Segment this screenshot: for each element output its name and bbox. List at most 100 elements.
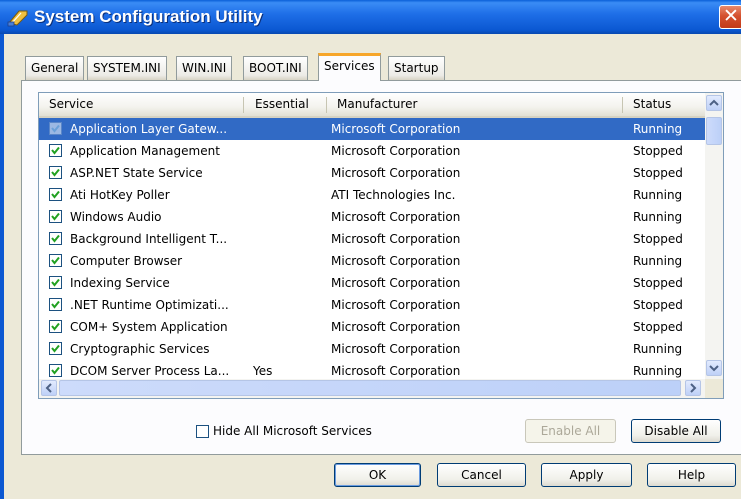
- column-header-service[interactable]: Service: [43, 93, 243, 116]
- service-status: Running: [633, 122, 683, 136]
- horizontal-scrollbar[interactable]: [39, 379, 705, 398]
- close-button[interactable]: ✕: [719, 5, 741, 29]
- checkmark-icon: [51, 124, 60, 133]
- service-name: Application Management: [70, 144, 220, 158]
- cancel-button[interactable]: Cancel: [437, 463, 526, 487]
- column-separator[interactable]: [326, 97, 327, 113]
- service-name: .NET Runtime Optimizati...: [70, 298, 229, 312]
- service-row[interactable]: Indexing Service Microsoft Corporation Sto…: [39, 272, 705, 294]
- scroll-left-button[interactable]: [41, 380, 57, 396]
- checkmark-icon: [51, 366, 60, 375]
- service-enabled-checkbox[interactable]: [49, 276, 62, 289]
- tab-startup[interactable]: Startup: [388, 56, 445, 80]
- apply-button[interactable]: Apply: [541, 463, 632, 487]
- service-status: Stopped: [633, 166, 683, 180]
- horizontal-scroll-thumb[interactable]: [59, 380, 681, 396]
- service-row[interactable]: Windows Audio Microsoft Corporation Runnin…: [39, 206, 705, 228]
- scrollbar-corner: [705, 379, 723, 398]
- service-enabled-checkbox[interactable]: [49, 298, 62, 311]
- scroll-down-button[interactable]: [706, 360, 722, 376]
- scroll-right-button[interactable]: [685, 380, 701, 396]
- ok-button[interactable]: OK: [334, 463, 421, 487]
- tab-general[interactable]: General: [25, 56, 85, 80]
- tab-services[interactable]: Services: [318, 53, 381, 81]
- tab-system-ini[interactable]: SYSTEM.INI: [87, 56, 167, 80]
- column-header-status[interactable]: Status: [627, 93, 705, 116]
- enable-all-button[interactable]: Enable All: [525, 419, 616, 443]
- vertical-scroll-thumb[interactable]: [706, 117, 722, 145]
- service-enabled-checkbox[interactable]: [49, 342, 62, 355]
- service-enabled-checkbox[interactable]: [49, 254, 62, 267]
- list-header: Service Essential Manufacturer Status: [39, 93, 705, 118]
- window-border: [0, 34, 4, 499]
- service-name: Computer Browser: [70, 254, 183, 268]
- help-button[interactable]: Help: [647, 463, 736, 487]
- service-row[interactable]: Cryptographic Services Microsoft Corporat…: [39, 338, 705, 360]
- service-name: Application Layer Gatew...: [70, 122, 228, 136]
- service-manufacturer: Microsoft Corporation: [331, 342, 461, 356]
- service-enabled-checkbox[interactable]: [49, 364, 62, 377]
- checkmark-icon: [51, 278, 60, 287]
- column-header-essential[interactable]: Essential: [249, 93, 329, 116]
- services-list[interactable]: Service Essential Manufacturer Status Ap…: [38, 92, 724, 399]
- service-manufacturer: Microsoft Corporation: [331, 320, 461, 334]
- service-enabled-checkbox[interactable]: [49, 144, 62, 157]
- window-title: System Configuration Utility: [34, 7, 263, 26]
- service-row[interactable]: Application Management Microsoft Corporat…: [39, 140, 705, 162]
- service-name: COM+ System Application: [70, 320, 228, 334]
- service-essential: [253, 184, 323, 206]
- service-row[interactable]: Application Layer Gatew... Microsoft Corp…: [39, 118, 705, 140]
- service-manufacturer: Microsoft Corporation: [331, 210, 461, 224]
- service-essential: [253, 118, 323, 140]
- service-essential: [253, 338, 323, 360]
- scroll-up-button[interactable]: [706, 95, 722, 111]
- service-manufacturer: Microsoft Corporation: [331, 166, 461, 180]
- service-enabled-checkbox[interactable]: [49, 188, 62, 201]
- service-essential: [253, 162, 323, 184]
- hide-microsoft-services-checkbox[interactable]: [196, 425, 209, 438]
- service-manufacturer: Microsoft Corporation: [331, 254, 461, 268]
- service-manufacturer: Microsoft Corporation: [331, 298, 461, 312]
- chevron-left-icon: [45, 383, 52, 393]
- service-enabled-checkbox[interactable]: [49, 320, 62, 333]
- service-name: Indexing Service: [70, 276, 170, 290]
- service-name: Ati HotKey Poller: [70, 188, 170, 202]
- checkmark-icon: [51, 146, 60, 155]
- service-status: Running: [633, 210, 683, 224]
- service-row[interactable]: Computer Browser Microsoft Corporation Run…: [39, 250, 705, 272]
- service-manufacturer: Microsoft Corporation: [331, 232, 461, 246]
- checkmark-icon: [51, 300, 60, 309]
- close-icon: ✕: [723, 5, 739, 27]
- disable-all-button[interactable]: Disable All: [631, 419, 721, 443]
- service-row[interactable]: Background Intelligent T... Microsoft Cor…: [39, 228, 705, 250]
- checkmark-icon: [51, 344, 60, 353]
- service-row[interactable]: COM+ System Application Microsoft Corpora…: [39, 316, 705, 338]
- column-header-manufacturer[interactable]: Manufacturer: [331, 93, 621, 116]
- service-row[interactable]: Ati HotKey Poller ATI Technologies Inc. Ru…: [39, 184, 705, 206]
- service-enabled-checkbox[interactable]: [49, 210, 62, 223]
- title-bar: System Configuration Utility ✕: [0, 0, 741, 34]
- vertical-scrollbar[interactable]: [705, 93, 723, 379]
- checkmark-icon: [51, 190, 60, 199]
- service-row[interactable]: .NET Runtime Optimizati... Microsoft Corp…: [39, 294, 705, 316]
- service-status: Stopped: [633, 276, 683, 290]
- service-row[interactable]: ASP.NET State Service Microsoft Corporati…: [39, 162, 705, 184]
- chevron-up-icon: [709, 99, 719, 106]
- service-essential: [253, 228, 323, 250]
- tab-boot-ini[interactable]: BOOT.INI: [243, 56, 308, 80]
- column-separator[interactable]: [243, 97, 244, 113]
- service-enabled-checkbox[interactable]: [49, 232, 62, 245]
- tab-win-ini[interactable]: WIN.INI: [176, 56, 233, 80]
- service-essential: [253, 272, 323, 294]
- hide-microsoft-services-label[interactable]: Hide All Microsoft Services: [213, 424, 372, 438]
- service-status: Stopped: [633, 320, 683, 334]
- checkmark-icon: [51, 234, 60, 243]
- checkmark-icon: [51, 256, 60, 265]
- service-enabled-checkbox[interactable]: [49, 122, 62, 135]
- service-status: Stopped: [633, 232, 683, 246]
- service-essential: [253, 316, 323, 338]
- service-status: Running: [633, 254, 683, 268]
- column-separator[interactable]: [622, 97, 623, 113]
- service-enabled-checkbox[interactable]: [49, 166, 62, 179]
- service-status: Running: [633, 188, 683, 202]
